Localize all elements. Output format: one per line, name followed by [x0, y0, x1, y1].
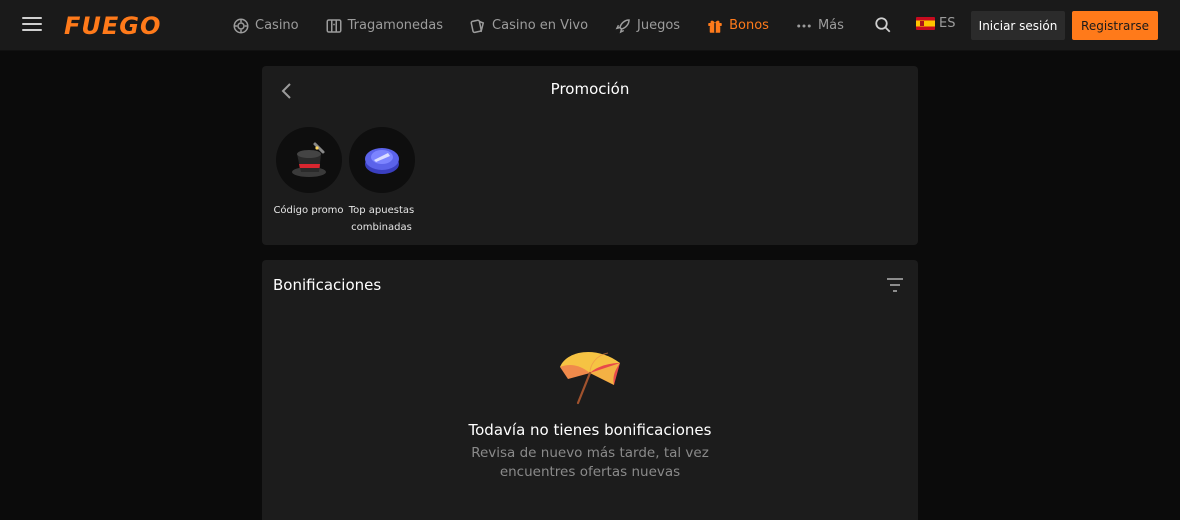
logo-text: FUEGO: [64, 12, 162, 40]
promo-item-codigo-promo[interactable]: Código promo: [272, 127, 345, 236]
nav-item-casino-en-vivo[interactable]: Casino en Vivo: [469, 17, 588, 35]
promo-label: Código promo: [273, 205, 344, 216]
menu-icon[interactable]: [22, 17, 42, 33]
logo[interactable]: FUEGO: [64, 12, 161, 40]
bonus-panel: Bonificaciones Todavía no tienes bonific…: [262, 260, 918, 520]
promo-circle: [348, 127, 415, 193]
promo-title: Promoción: [550, 80, 630, 98]
nav-label: Tragamonedas: [347, 18, 444, 33]
nav-label: Casino en Vivo: [492, 18, 589, 33]
nav-item-bonos[interactable]: Bonos: [706, 17, 769, 35]
dots-icon: [797, 24, 811, 27]
login-button[interactable]: Iniciar sesión: [971, 11, 1065, 40]
nav-item-juegos[interactable]: Juegos: [614, 17, 680, 35]
bonus-title: Bonificaciones: [273, 276, 382, 294]
cards-icon: [470, 18, 485, 33]
promo-items: Código promo Top apuestas combinadas: [272, 127, 418, 236]
register-button[interactable]: Registrarse: [1072, 11, 1158, 40]
nav-label: Más: [817, 18, 844, 33]
nav-item-casino[interactable]: Casino: [232, 17, 299, 35]
language-label: ES: [939, 16, 956, 31]
top-header: FUEGO Casino Tragamonedas Casino en Vivo…: [0, 0, 1180, 51]
promo-label: Top apuestas combinadas: [348, 205, 415, 233]
language-selector[interactable]: ES: [916, 16, 955, 31]
filter-icon[interactable]: [886, 278, 904, 292]
nav-label: Bonos: [729, 18, 769, 33]
empty-state-title: Todavía no tienes bonificaciones: [468, 421, 712, 439]
gift-icon: [708, 20, 722, 33]
puck-icon: [364, 148, 399, 174]
nav-label: Juegos: [637, 18, 681, 33]
slot-machine-icon: [326, 18, 342, 33]
nav-item-mas[interactable]: Más: [795, 17, 844, 35]
rocket-icon: [615, 18, 630, 33]
empty-state-subtitle: Revisa de nuevo más tarde, tal vez encue…: [471, 445, 709, 480]
main-nav: Casino Tragamonedas Casino en Vivo Juego…: [232, 0, 870, 51]
promo-item-top-apuestas[interactable]: Top apuestas combinadas: [345, 127, 418, 236]
nav-label: Casino: [255, 18, 299, 33]
beach-umbrella-icon: [560, 351, 620, 405]
casino-chip-icon: [233, 18, 249, 33]
promo-circle: [275, 127, 342, 193]
nav-item-tragamonedas[interactable]: Tragamonedas: [325, 17, 443, 35]
spain-flag-icon: [916, 17, 935, 30]
search-icon[interactable]: [874, 16, 892, 34]
promo-panel: Promoción Código promo Top apuestas comb…: [262, 66, 918, 245]
magic-hat-icon: [291, 142, 326, 177]
